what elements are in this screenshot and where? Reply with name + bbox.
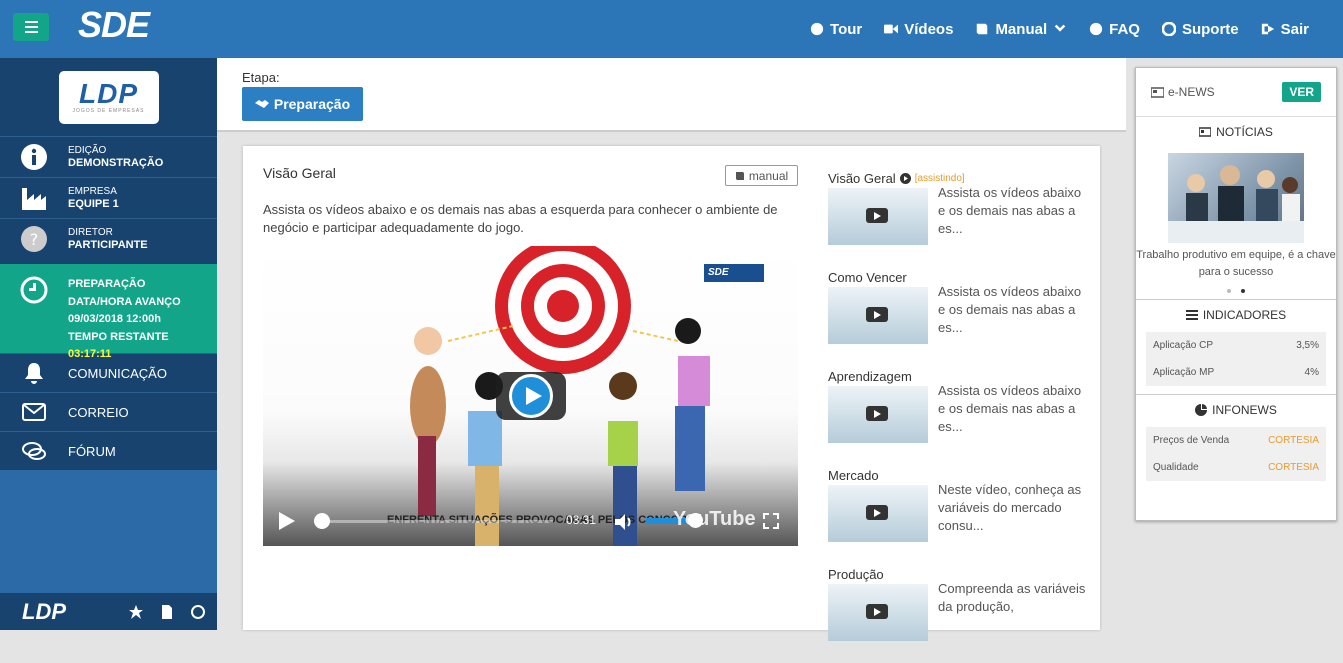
handshake-icon [254, 100, 269, 108]
sidebar-company: EMPRESA EQUIPE 1 [0, 177, 217, 218]
video-list: Visão Geral [assistindo] Assista os víde… [828, 168, 1088, 663]
video-item-mercado[interactable]: Mercado Neste vídeo, conheça as variávei… [828, 465, 1088, 564]
sidebar: LDP JOGOS DE EMPRESAS EDIÇÃO DEMONSTRAÇÃO… [0, 58, 217, 630]
news-caption: Trabalho produtivo em equipe, é a chave … [1136, 249, 1336, 278]
industry-icon [22, 188, 46, 210]
stage-preparacao-button[interactable]: Preparação [242, 87, 363, 121]
video-time: 03:31 [566, 513, 597, 527]
document-icon[interactable] [160, 604, 174, 619]
noticias-title: NOTÍCIAS [1136, 117, 1336, 147]
table-icon [1185, 310, 1198, 320]
infonews-row[interactable]: Preços de Venda CORTESIA [1146, 427, 1326, 454]
newspaper-icon [1151, 86, 1164, 98]
nav-manual[interactable]: Manual [975, 21, 1067, 38]
enews-header: e-NEWS VER [1136, 68, 1336, 117]
sidebar-edition: EDIÇÃO DEMONSTRAÇÃO [0, 136, 217, 177]
sidebar-item-forum[interactable]: FÓRUM [0, 431, 217, 470]
video-thumbnail[interactable] [828, 584, 928, 641]
sidebar-director: ? DIRETOR PARTICIPANTE [0, 218, 217, 259]
video-watermark: SDE [704, 264, 764, 282]
play-circle-icon [899, 172, 911, 184]
carousel-dots [1136, 289, 1336, 293]
lifebuoy-icon [1161, 22, 1176, 36]
video-thumbnail[interactable] [828, 485, 928, 542]
avatar-icon: ? [21, 226, 47, 252]
carousel-dot[interactable] [1227, 289, 1231, 293]
video-play-button[interactable] [496, 372, 566, 420]
video-camera-icon [884, 24, 899, 34]
nav-suporte[interactable]: Suporte [1161, 21, 1239, 38]
video-item-producao[interactable]: Produção Compreenda as variáveis da prod… [828, 564, 1088, 663]
video-progress-bar[interactable] [321, 520, 553, 523]
sidebar-footer: LDP [0, 593, 217, 630]
section-title: Visão Geral [263, 165, 336, 181]
book-icon [977, 23, 988, 35]
hamburger-menu-button[interactable] [13, 13, 49, 41]
section-description: Assista os vídeos abaixo e os demais nas… [263, 202, 778, 235]
video-item-como-vencer[interactable]: Como Vencer Assista os vídeos abaixo e o… [828, 267, 1088, 366]
sidebar-logo-area: LDP JOGOS DE EMPRESAS [0, 58, 217, 136]
stage-header: Etapa: Preparação [217, 58, 1126, 132]
manual-button[interactable]: manual [725, 165, 798, 186]
indicadores-section: INDICADORES Aplicação CP 3,5% Aplicação M… [1136, 299, 1336, 394]
pie-chart-icon [1195, 404, 1208, 416]
nav-sair[interactable]: Sair [1261, 21, 1309, 38]
clock-icon [20, 276, 48, 304]
infonews-row[interactable]: Qualidade CORTESIA [1146, 454, 1326, 481]
footer-logo: LDP [22, 598, 66, 624]
top-nav-menu: Tour Vídeos Manual FAQ Suporte Sair [810, 0, 1309, 58]
video-thumbnail[interactable] [828, 386, 928, 443]
nav-faq[interactable]: FAQ [1089, 21, 1140, 38]
video-player[interactable]: SDE ENFRENTA SITUAÇÕES PROVOCADAS PELOS … [263, 246, 798, 546]
fullscreen-icon[interactable] [763, 513, 779, 529]
globe-icon [810, 22, 824, 36]
ver-button[interactable]: VER [1282, 82, 1321, 102]
newspaper-icon [1199, 127, 1212, 137]
enews-panel: e-NEWS VER NOTÍCIAS Trabalho produtivo e… [1135, 67, 1337, 521]
nav-tour[interactable]: Tour [810, 21, 862, 38]
brand-logo[interactable]: SDE [78, 4, 150, 46]
video-progress-handle[interactable] [314, 513, 330, 529]
chevron-down-icon [1054, 24, 1066, 32]
question-circle-icon [1090, 22, 1103, 36]
play-icon [525, 387, 542, 405]
video-item-aprendizagem[interactable]: Aprendizagem Assista os vídeos abaixo e … [828, 366, 1088, 465]
volume-handle[interactable] [688, 513, 703, 528]
infonews-title: INFONEWS [1136, 395, 1336, 425]
sidebar-stage-status: PREPARAÇÃO DATA/HORA AVANÇO 09/03/2018 1… [0, 259, 217, 360]
star-icon[interactable] [129, 604, 143, 619]
indicator-row: Aplicação MP 4% [1146, 359, 1326, 386]
info-circle-icon [21, 144, 47, 170]
youtube-logo[interactable]: YouTube [673, 508, 756, 531]
sign-out-icon [1261, 23, 1274, 35]
book-icon [735, 171, 744, 180]
sidebar-item-correio[interactable]: CORREIO [0, 392, 217, 431]
bell-icon [25, 363, 43, 384]
nav-videos[interactable]: Vídeos [884, 21, 953, 38]
comments-icon [22, 442, 46, 460]
indicadores-title: INDICADORES [1136, 300, 1336, 330]
envelope-icon [22, 403, 46, 421]
infonews-section: INFONEWS Preços de Venda CORTESIA Qualida… [1136, 394, 1336, 489]
video-controls: ENFRENTA SITUAÇÕES PROVOCADAS PELOS CONC… [263, 496, 798, 546]
stage-label: Etapa: [242, 70, 280, 85]
top-navbar: SDE Tour Vídeos Manual FAQ Suporte Sair [0, 0, 1343, 58]
svg-text:?: ? [30, 230, 39, 249]
remaining-time: 03:17:11 [68, 348, 112, 360]
video-item-visao-geral[interactable]: Visão Geral [assistindo] Assista os víde… [828, 168, 1088, 267]
main-card: Visão Geral manual Assista os vídeos aba… [243, 146, 1100, 641]
indicator-row: Aplicação CP 3,5% [1146, 332, 1326, 359]
copyright-icon[interactable] [191, 604, 205, 619]
news-image[interactable] [1168, 153, 1304, 243]
carousel-dot-active[interactable] [1241, 289, 1245, 293]
watching-badge: [assistindo] [914, 172, 965, 184]
play-icon[interactable] [279, 512, 295, 530]
video-thumbnail[interactable] [828, 287, 928, 344]
video-thumbnail[interactable] [828, 188, 928, 245]
ldp-logo[interactable]: LDP JOGOS DE EMPRESAS [58, 70, 159, 124]
team-meeting-illustration [1168, 165, 1304, 243]
volume-icon[interactable] [615, 514, 635, 530]
